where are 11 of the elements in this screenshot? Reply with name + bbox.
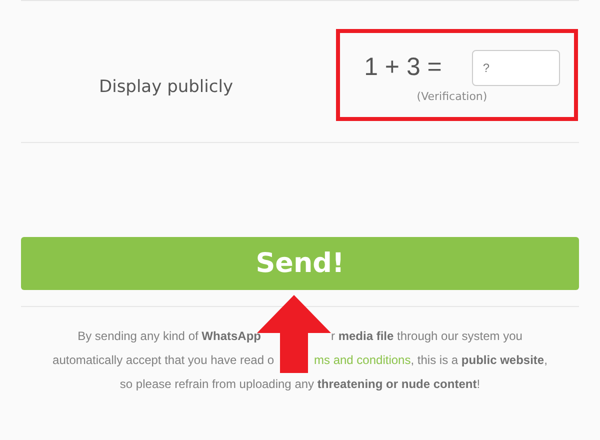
verification-note: (Verification) xyxy=(416,90,488,102)
notice-text: automatically accept that you have read o xyxy=(52,352,274,369)
notice-text: r media file through our system you xyxy=(330,328,522,345)
notice-text: , this is a public website, xyxy=(410,352,548,369)
notice-text: By sending any kind of WhatsApp xyxy=(78,328,261,345)
math-question: 1 + 3 = xyxy=(364,53,442,82)
field-label: Display publicly xyxy=(99,76,233,96)
notice-text: so please refrain from uploading any threatening or nude content! xyxy=(120,376,480,393)
terms-link[interactable]: ms and conditions xyxy=(314,348,411,372)
send-button[interactable]: Send! xyxy=(21,237,579,290)
answer-field[interactable]: ? xyxy=(472,50,560,86)
